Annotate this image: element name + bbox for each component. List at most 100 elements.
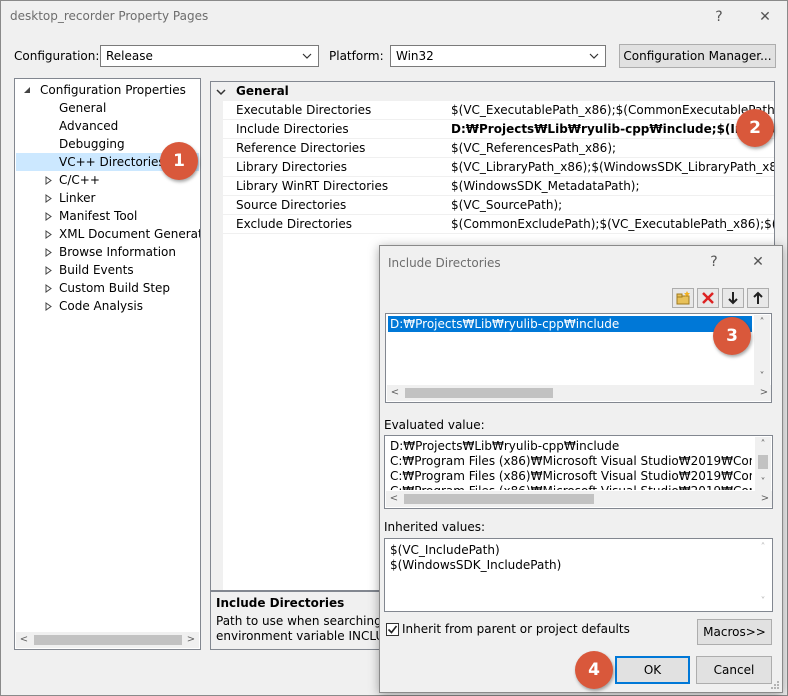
grid-row-exclude-directories[interactable]: Exclude Directories $(CommonExcludePath)… bbox=[211, 215, 774, 234]
grid-row-library-directories[interactable]: Library Directories $(VC_LibraryPath_x86… bbox=[211, 158, 774, 177]
step-badge-3: 3 bbox=[713, 317, 751, 355]
configuration-combo[interactable]: Release bbox=[100, 45, 319, 67]
description-title: Include Directories bbox=[216, 596, 345, 610]
scroll-thumb[interactable] bbox=[34, 635, 182, 645]
grid-row-value: $(CommonExcludePath);$(VC_ExecutablePath… bbox=[451, 217, 774, 231]
grid-row-executable-directories[interactable]: Executable Directories $(VC_ExecutablePa… bbox=[211, 101, 774, 120]
platform-combo[interactable]: Win32 bbox=[390, 45, 606, 67]
tree-item-code-analysis[interactable]: Code Analysis bbox=[15, 297, 200, 315]
move-down-button[interactable] bbox=[722, 288, 744, 308]
close-button[interactable]: ✕ bbox=[751, 5, 779, 29]
grid-row-name: Exclude Directories bbox=[236, 217, 352, 231]
step-badge-4: 4 bbox=[575, 651, 613, 689]
scroll-up-icon[interactable]: ˄ bbox=[755, 437, 771, 453]
tree-item-linker[interactable]: Linker bbox=[15, 189, 200, 207]
list-horizontal-scrollbar[interactable]: < > bbox=[387, 385, 771, 401]
scroll-thumb[interactable] bbox=[758, 455, 768, 469]
scroll-down-icon[interactable]: ˅ bbox=[755, 475, 771, 491]
list-item[interactable]: D:₩Projects₩Lib₩ryulib-cpp₩include bbox=[388, 316, 752, 332]
inherit-checkbox-label[interactable]: Inherit from parent or project defaults bbox=[402, 622, 630, 636]
scroll-left-icon[interactable]: < bbox=[16, 632, 32, 648]
tree-item-label: Custom Build Step bbox=[59, 281, 171, 295]
ok-button[interactable]: OK bbox=[615, 656, 690, 684]
delete-line-button[interactable] bbox=[697, 288, 719, 308]
tree-item-general[interactable]: General bbox=[15, 99, 200, 117]
tree-item-label: General bbox=[59, 101, 107, 115]
collapsed-triangle-icon bbox=[45, 302, 52, 311]
inherited-vertical-scrollbar[interactable]: ˄ ˅ bbox=[755, 540, 771, 610]
evaluated-line: D:₩Projects₩Lib₩ryulib-cpp₩include bbox=[390, 439, 620, 453]
help-button[interactable]: ? bbox=[705, 5, 733, 29]
tree-item-xml-document-generator[interactable]: XML Document Generator bbox=[15, 225, 200, 243]
scroll-right-icon[interactable]: > bbox=[756, 385, 771, 401]
scroll-right-icon[interactable]: > bbox=[757, 491, 772, 507]
include-directories-dialog: Include Directories ? ✕ D:₩Projects₩Lib₩… bbox=[379, 245, 783, 693]
scroll-left-icon[interactable]: < bbox=[387, 385, 403, 401]
tree-item-label: Code Analysis bbox=[59, 299, 143, 313]
evaluated-vertical-scrollbar[interactable]: ˄ ˅ bbox=[755, 437, 771, 491]
scroll-right-icon[interactable]: > bbox=[183, 632, 199, 648]
description-line: Path to use when searching fo bbox=[216, 614, 385, 628]
expanded-triangle-icon bbox=[24, 87, 30, 93]
step-badge-1: 1 bbox=[160, 142, 198, 180]
collapsed-triangle-icon bbox=[45, 176, 52, 185]
scroll-left-icon[interactable]: < bbox=[386, 491, 402, 507]
tree-item-browse-information[interactable]: Browse Information bbox=[15, 243, 200, 261]
dialog-title: Include Directories bbox=[388, 256, 501, 270]
scroll-down-icon[interactable]: ˅ bbox=[754, 369, 770, 385]
inherited-line: $(WindowsSDK_IncludePath) bbox=[390, 558, 562, 572]
tree-item-configuration-properties[interactable]: Configuration Properties bbox=[15, 81, 200, 99]
delete-icon bbox=[702, 292, 714, 304]
expanded-triangle-icon bbox=[216, 89, 226, 96]
resize-grip-icon[interactable] bbox=[770, 680, 780, 690]
grid-row-value: $(WindowsSDK_MetadataPath); bbox=[451, 179, 640, 193]
tree-item-custom-build-step[interactable]: Custom Build Step bbox=[15, 279, 200, 297]
window-title: desktop_recorder Property Pages bbox=[10, 9, 209, 23]
arrow-down-icon bbox=[728, 292, 738, 305]
scroll-up-icon[interactable]: ˄ bbox=[754, 315, 770, 331]
tree-item-label: Configuration Properties bbox=[40, 83, 186, 97]
grid-section-general[interactable]: General bbox=[211, 82, 774, 101]
configuration-manager-button[interactable]: Configuration Manager... bbox=[619, 44, 776, 68]
tree-item-build-events[interactable]: Build Events bbox=[15, 261, 200, 279]
grid-row-value: $(VC_ReferencesPath_x86); bbox=[451, 141, 617, 155]
tree-item-advanced[interactable]: Advanced bbox=[15, 117, 200, 135]
grid-row-name: Source Directories bbox=[236, 198, 347, 212]
chevron-down-icon bbox=[302, 53, 312, 59]
scroll-up-icon[interactable]: ˄ bbox=[755, 540, 771, 556]
tree-horizontal-scrollbar[interactable]: < > bbox=[16, 632, 199, 648]
scroll-down-icon[interactable]: ˅ bbox=[755, 594, 771, 610]
directories-list[interactable]: D:₩Projects₩Lib₩ryulib-cpp₩include ˄ ˅ <… bbox=[385, 313, 772, 403]
new-line-button[interactable] bbox=[672, 288, 694, 308]
grid-row-name: Include Directories bbox=[236, 122, 349, 136]
cancel-button[interactable]: Cancel bbox=[696, 656, 772, 684]
dialog-close-button[interactable]: ✕ bbox=[744, 250, 772, 274]
collapsed-triangle-icon bbox=[45, 212, 52, 221]
tree-item-manifest-tool[interactable]: Manifest Tool bbox=[15, 207, 200, 225]
collapsed-triangle-icon bbox=[45, 230, 52, 239]
tree-item-label: Linker bbox=[59, 191, 96, 205]
inherited-values-box: $(VC_IncludePath) $(WindowsSDK_IncludePa… bbox=[384, 538, 773, 612]
tree-item-label: VC++ Directories bbox=[59, 155, 165, 169]
scroll-thumb[interactable] bbox=[404, 494, 594, 504]
evaluated-horizontal-scrollbar[interactable]: < > bbox=[386, 491, 772, 507]
grid-row-reference-directories[interactable]: Reference Directories $(VC_ReferencesPat… bbox=[211, 139, 774, 158]
grid-row-source-directories[interactable]: Source Directories $(VC_SourcePath); bbox=[211, 196, 774, 215]
grid-row-library-winrt-directories[interactable]: Library WinRT Directories $(WindowsSDK_M… bbox=[211, 177, 774, 196]
macros-button[interactable]: Macros>> bbox=[697, 619, 772, 645]
scroll-thumb[interactable] bbox=[405, 388, 553, 398]
arrow-up-icon bbox=[753, 291, 763, 304]
grid-row-include-directories[interactable]: Include Directories D:₩Projects₩Lib₩ryul… bbox=[211, 120, 774, 139]
description-line: environment variable INCLUDE bbox=[216, 629, 385, 643]
tree-item-label: XML Document Generator bbox=[59, 227, 200, 241]
dialog-help-button[interactable]: ? bbox=[700, 250, 728, 274]
tree-item-label: Advanced bbox=[59, 119, 119, 133]
evaluated-value-box: D:₩Projects₩Lib₩ryulib-cpp₩include C:₩Pr… bbox=[384, 435, 773, 509]
move-up-button[interactable] bbox=[747, 288, 769, 308]
grid-row-value: $(VC_SourcePath); bbox=[451, 198, 563, 212]
inherit-checkbox[interactable] bbox=[386, 623, 399, 636]
list-vertical-scrollbar[interactable]: ˄ ˅ bbox=[754, 315, 770, 385]
platform-value: Win32 bbox=[396, 49, 434, 63]
collapsed-triangle-icon bbox=[45, 284, 52, 293]
step-badge-2: 2 bbox=[736, 109, 774, 147]
